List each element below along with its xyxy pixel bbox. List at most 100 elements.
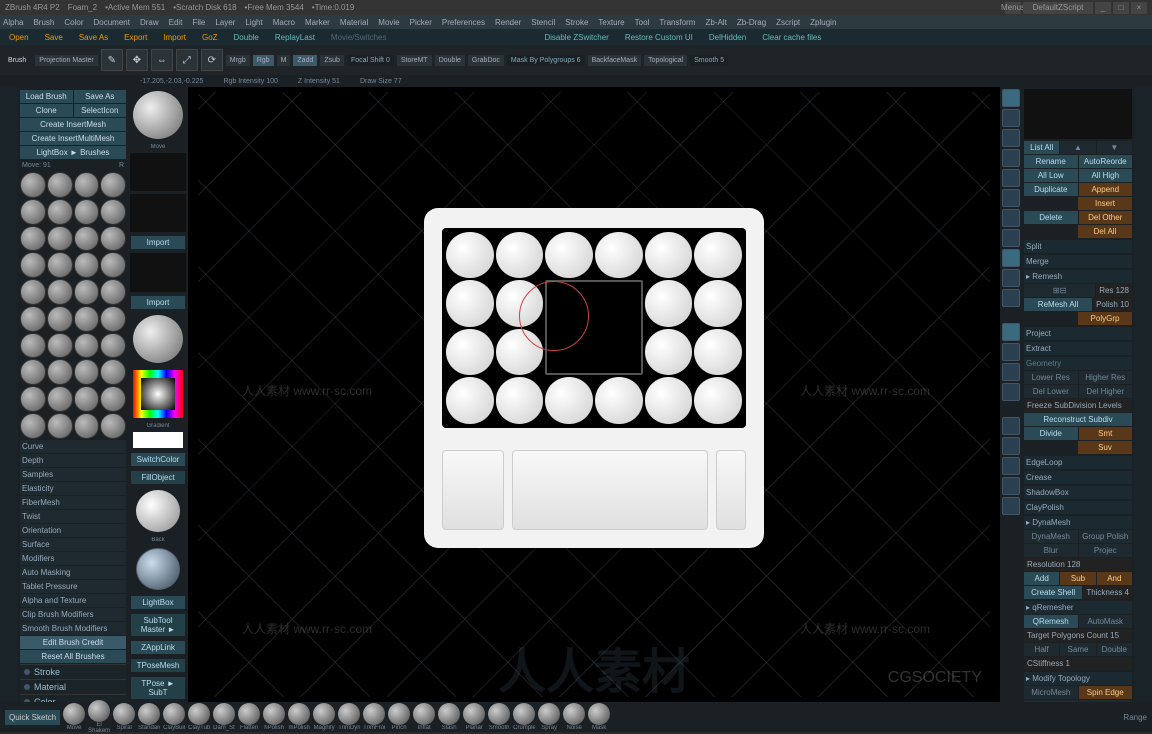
- allhigh-button[interactable]: All High: [1079, 169, 1133, 182]
- import-texture-button[interactable]: Import: [131, 296, 185, 309]
- import-alpha-button[interactable]: Import: [131, 236, 185, 249]
- brush-thumbnail[interactable]: [100, 199, 126, 225]
- arrow-down-icon[interactable]: ▼: [1097, 141, 1132, 154]
- create-insertmultimesh-button[interactable]: Create InsertMultiMesh: [20, 132, 126, 145]
- section-curve[interactable]: Curve: [20, 440, 126, 453]
- projection-master-button[interactable]: Projection Master: [35, 55, 97, 66]
- front-view-icon[interactable]: [136, 490, 180, 532]
- brush-thumbnail[interactable]: [100, 226, 126, 252]
- edit-icon[interactable]: ✎: [101, 49, 123, 71]
- half-button[interactable]: Half: [1024, 643, 1059, 656]
- remesh-section[interactable]: ▸ Remesh: [1024, 270, 1132, 283]
- project-section[interactable]: Project: [1024, 327, 1132, 340]
- defaultscript-button[interactable]: DefaultZScript: [1023, 2, 1093, 14]
- append-button[interactable]: Append: [1079, 183, 1133, 196]
- floor-icon[interactable]: [1002, 229, 1020, 247]
- section-twist[interactable]: Twist: [20, 510, 126, 523]
- grabdoc-button[interactable]: GrabDoc: [468, 55, 504, 66]
- add-button[interactable]: Add: [1024, 572, 1059, 585]
- brush-thumbnail[interactable]: [74, 413, 100, 439]
- solo-icon[interactable]: [1002, 477, 1020, 495]
- brush-thumbnail[interactable]: [100, 172, 126, 198]
- brush-thumbnail[interactable]: [20, 413, 46, 439]
- lowerres-button[interactable]: Lower Res: [1024, 371, 1078, 384]
- stroke-palette[interactable]: Stroke: [20, 664, 126, 679]
- brush-thumbnail[interactable]: [20, 279, 46, 305]
- brush-thumbnail[interactable]: [74, 279, 100, 305]
- blur-button[interactable]: Blur: [1024, 544, 1078, 557]
- higherres-button[interactable]: Higher Res: [1079, 371, 1133, 384]
- menu-item[interactable]: Stroke: [565, 18, 588, 27]
- shelf-brush[interactable]: [563, 703, 585, 725]
- menu-item[interactable]: Alpha: [3, 18, 23, 27]
- brush-thumbnail[interactable]: [47, 306, 73, 332]
- section-modifiers[interactable]: Modifiers: [20, 552, 126, 565]
- res-slider[interactable]: Res 128: [1096, 284, 1132, 297]
- lcam-icon[interactable]: [1002, 269, 1020, 287]
- shelf-brush[interactable]: [538, 703, 560, 725]
- shelf-brush[interactable]: [488, 703, 510, 725]
- shelf-brush[interactable]: [138, 703, 160, 725]
- shelf-brush[interactable]: [463, 703, 485, 725]
- brush-thumbnail[interactable]: [100, 333, 126, 359]
- section-depth[interactable]: Depth: [20, 454, 126, 467]
- lightbox-button[interactable]: LightBox: [131, 596, 185, 609]
- material-preview[interactable]: [133, 315, 183, 363]
- fillobject-button[interactable]: FillObject: [131, 471, 185, 484]
- delhidden-button[interactable]: DelHidden: [703, 32, 752, 43]
- delall-button[interactable]: Del All: [1078, 225, 1132, 238]
- brush-thumbnail[interactable]: [74, 333, 100, 359]
- shelf-brush[interactable]: [313, 703, 335, 725]
- zapplink-button[interactable]: ZAppLink: [131, 641, 185, 654]
- restore-ui-button[interactable]: Restore Custom UI: [619, 32, 699, 43]
- brush-thumbnail[interactable]: [74, 386, 100, 412]
- brush-thumbnail[interactable]: [47, 386, 73, 412]
- mask-polygroups-slider[interactable]: Mask By Polygroups 6: [507, 55, 585, 66]
- menu-item[interactable]: Preferences: [442, 18, 485, 27]
- menu-item[interactable]: Zb-Alt: [705, 18, 726, 27]
- automask-button[interactable]: AutoMask: [1079, 615, 1133, 628]
- insertmesh-button[interactable]: InsertMesh: [1079, 700, 1133, 702]
- max-icon[interactable]: □: [1113, 2, 1129, 14]
- disable-zswitcher-button[interactable]: Disable ZSwitcher: [538, 32, 614, 43]
- viewport[interactable]: 人人素材 www.rr-sc.com 人人素材 www.rr-sc.com 人人…: [188, 87, 1000, 702]
- lightbox-brushes-button[interactable]: LightBox ► Brushes: [20, 146, 126, 159]
- brush-thumbnail[interactable]: [100, 413, 126, 439]
- drawsize-slider[interactable]: Draw Size 77: [360, 78, 402, 85]
- rotate-icon[interactable]: ⟳: [201, 49, 223, 71]
- menu-item[interactable]: Zplugin: [810, 18, 836, 27]
- arrow-up-icon[interactable]: ▲: [1060, 141, 1095, 154]
- menus-button[interactable]: Menus: [1005, 2, 1021, 14]
- brush-thumbnail[interactable]: [20, 226, 46, 252]
- ghost-icon[interactable]: [1002, 457, 1020, 475]
- tposemesh-button[interactable]: TPoseMesh: [131, 659, 185, 672]
- aaalf-icon[interactable]: [1002, 189, 1020, 207]
- delother-button[interactable]: Del Other: [1079, 211, 1133, 224]
- section-automasking[interactable]: Auto Masking: [20, 566, 126, 579]
- brush-thumbnail[interactable]: [100, 252, 126, 278]
- insert-button[interactable]: Insert: [1078, 197, 1132, 210]
- split-section[interactable]: Split: [1024, 240, 1132, 253]
- section-orientation[interactable]: Orientation: [20, 524, 126, 537]
- move-view-icon[interactable]: [1002, 343, 1020, 361]
- menu-item[interactable]: Zb-Drag: [737, 18, 766, 27]
- replaylast-button[interactable]: ReplayLast: [269, 32, 321, 43]
- save-button[interactable]: Save: [39, 32, 69, 43]
- brush-thumbnail[interactable]: [47, 279, 73, 305]
- brush-preview[interactable]: [133, 91, 183, 139]
- and-button[interactable]: And: [1097, 572, 1132, 585]
- section-smoothbrush[interactable]: Smooth Brush Modifiers: [20, 622, 126, 635]
- delete-button[interactable]: Delete: [1024, 211, 1078, 224]
- double-button[interactable]: Double: [1097, 643, 1132, 656]
- reconstruct-button[interactable]: Reconstruct Subdiv: [1024, 413, 1132, 426]
- menu-item[interactable]: Texture: [598, 18, 624, 27]
- brush-thumbnail[interactable]: [20, 252, 46, 278]
- quicksketch-button[interactable]: Quick Sketch: [5, 710, 60, 725]
- tposesubt-button[interactable]: TPose ► SubT: [131, 677, 185, 699]
- brush-thumbnail[interactable]: [100, 306, 126, 332]
- qremesh-button[interactable]: QRemesh: [1024, 615, 1078, 628]
- duplicate-button[interactable]: Duplicate: [1024, 183, 1078, 196]
- section-samples[interactable]: Samples: [20, 468, 126, 481]
- divide-button[interactable]: Divide: [1024, 427, 1078, 440]
- double2-button[interactable]: Double: [435, 55, 465, 66]
